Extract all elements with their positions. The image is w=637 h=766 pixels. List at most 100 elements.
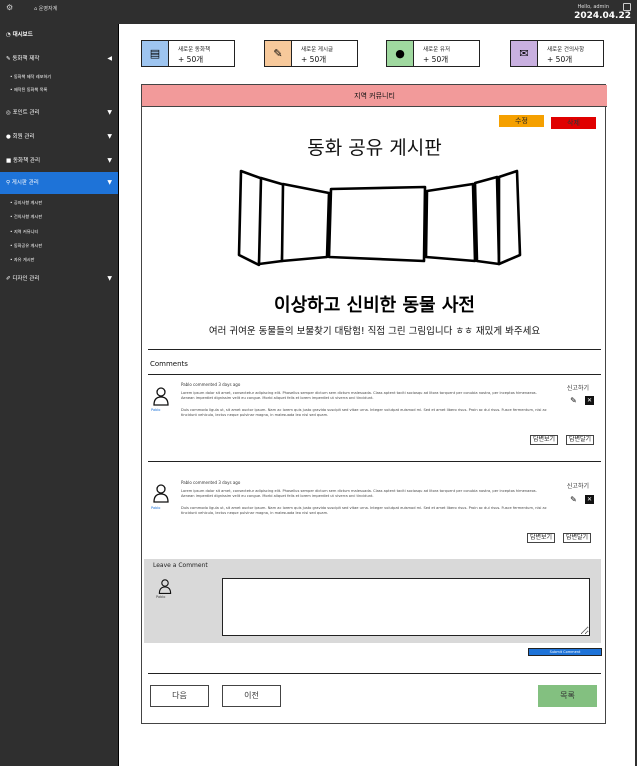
sidebar-item-label: 회원 관리 <box>12 134 35 140</box>
edit-button[interactable]: 수정 <box>499 115 544 127</box>
comment-meta: Pablo commented 3 days ago <box>181 382 241 387</box>
edit-icon[interactable]: ✎ <box>569 495 578 504</box>
gallery-page-right-2 <box>473 175 501 266</box>
sidebar-subitem[interactable]: • 자유 게시판 <box>10 257 34 263</box>
gallery-page-right-1 <box>497 169 522 266</box>
post-description: 여러 귀여운 동물들의 보물찾기 대탐험! 직접 그린 그림입니다 ㅎㅎ 재밌게… <box>208 326 541 337</box>
sidebar-subitem[interactable]: • 제작된 동화책 목록 <box>10 87 47 93</box>
comment-textarea[interactable] <box>222 578 590 636</box>
sidebar-subitem-label: 제작된 동화책 목록 <box>13 87 48 92</box>
sidebar-subitem-label: 동화공유 게시판 <box>13 243 43 248</box>
divider <box>148 673 601 674</box>
comment-author: Pablo <box>151 506 161 510</box>
stat-value: + 50개 <box>301 55 327 64</box>
comments-heading: Comments <box>150 360 188 368</box>
write-reply-button[interactable]: 답변달기 <box>566 435 595 445</box>
sidebar-subitem[interactable]: • 동화공유 게시판 <box>10 243 42 249</box>
avatar-icon <box>153 387 169 406</box>
comment-text: Duis commodo ligula ut, sit amet auctor … <box>181 408 547 417</box>
sidebar-item-book-create[interactable]: ✎ 동화책 제작 ◀ <box>0 48 118 70</box>
sidebar-subitem-label: 공지사항 게시판 <box>13 200 43 205</box>
sidebar-subitem-label: 건의사항 게시판 <box>13 214 43 219</box>
chevron-down-icon: ▼ <box>107 157 112 164</box>
prev-button[interactable]: 이전 <box>222 685 281 707</box>
divider <box>148 349 601 350</box>
delete-button[interactable]: 삭제 <box>551 117 596 129</box>
view-replies-button[interactable]: 답변보기 <box>527 533 556 543</box>
book-page-gallery[interactable] <box>237 169 522 274</box>
home-link[interactable]: ⌂ 운영자계 <box>34 5 57 12</box>
avatar-icon <box>158 579 172 594</box>
next-button[interactable]: 다음 <box>150 685 209 707</box>
stat-label: 새로운 유저 <box>423 47 451 53</box>
stat-value: + 50개 <box>178 55 204 64</box>
post-board: 지역 커뮤니티 수정 삭제 동화 공유 게시판 이상하고 신비한 동물 사전 여… <box>141 84 607 724</box>
edit-icon[interactable]: ✎ <box>569 396 578 405</box>
sidebar-subitem-label: 지역 커뮤니티 <box>13 229 39 234</box>
user-icon: ● <box>387 41 414 66</box>
inbox-icon: ✉ <box>511 41 538 66</box>
write-reply-button[interactable]: 답변달기 <box>563 533 592 543</box>
sidebar-item-boards[interactable]: ⚲ 게시판 관리 ▼ <box>0 172 118 194</box>
sidebar: ◔ 대시보드 ✎ 동화책 제작 ◀ • 동화책 제작 레포하기 • 제작된 동화… <box>0 24 118 766</box>
home-label: 운영자계 <box>38 6 58 12</box>
stat-label: 새로운 건의사항 <box>547 47 585 53</box>
gallery-page-right-3 <box>424 182 477 263</box>
divider <box>148 374 601 375</box>
divider <box>148 461 601 462</box>
board-category: 지역 커뮤니티 <box>142 85 607 107</box>
top-bar: ⚙ ⌂ 운영자계 Hello, admin 2024.04.22 <box>0 0 637 24</box>
sidebar-subitem[interactable]: • 지역 커뮤니티 <box>10 229 38 235</box>
chevron-down-icon: ▼ <box>107 133 112 140</box>
comment-item: Pablo Pablo commented 3 days ago Lorem i… <box>148 381 601 461</box>
stat-value: + 50개 <box>423 55 449 64</box>
sidebar-item-design[interactable]: ✐ 디자인 관리 ▼ <box>0 268 118 290</box>
sidebar-subitem[interactable]: • 동화책 제작 레포하기 <box>10 74 51 80</box>
comment-text: Lorem ipsum dolor sit amet, consectetur … <box>181 391 537 400</box>
close-icon[interactable]: ✕ <box>585 396 594 405</box>
greeting-text: Hello, admin <box>577 4 609 10</box>
view-replies-button[interactable]: 답변보기 <box>530 435 559 445</box>
close-icon[interactable]: ✕ <box>585 495 594 504</box>
submit-comment-button[interactable]: Submit Comment <box>528 648 602 656</box>
sidebar-subitem[interactable]: • 건의사항 게시판 <box>10 214 42 220</box>
pencil-icon: ✎ <box>265 41 292 66</box>
user-menu-icon[interactable] <box>623 3 631 11</box>
sidebar-item-books[interactable]: ■ 동화책 관리 ▼ <box>0 150 118 172</box>
app-frame: ⚙ ⌂ 운영자계 Hello, admin 2024.04.22 ◔ 대시보드 … <box>0 0 637 766</box>
comment-item: Pablo Pablo commented 3 days ago Lorem i… <box>148 480 601 560</box>
sidebar-subitem-label: 동화책 제작 레포하기 <box>13 74 52 79</box>
stat-card-posts[interactable]: ✎ 새로운 게시글 + 50개 <box>264 40 358 67</box>
sidebar-subitem[interactable]: • 공지사항 게시판 <box>10 200 42 206</box>
stat-label: 새로운 게시글 <box>301 47 334 53</box>
stat-card-suggestions[interactable]: ✉ 새로운 건의사항 + 50개 <box>510 40 604 67</box>
avatar-icon <box>153 484 169 503</box>
post-heading: 이상하고 신비한 동물 사전 <box>274 295 475 316</box>
sidebar-subitem-label: 자유 게시판 <box>13 257 35 262</box>
gallery-page-center <box>327 185 427 263</box>
sidebar-item-dashboard[interactable]: ◔ 대시보드 <box>0 24 118 46</box>
sidebar-item-members[interactable]: ● 회원 관리 ▼ <box>0 126 118 148</box>
leave-comment-heading: Leave a Comment <box>153 562 208 569</box>
gallery-page-left-3 <box>280 182 331 263</box>
chevron-left-icon: ◀ <box>107 55 112 62</box>
sidebar-item-label: 게시판 관리 <box>11 180 39 186</box>
comment-author: Pablo <box>151 408 161 412</box>
stat-card-books[interactable]: ▤ 새로운 동화책 + 50개 <box>141 40 235 67</box>
sidebar-item-points[interactable]: ◎ 포인트 관리 ▼ <box>0 102 118 124</box>
comment-meta: Pablo commented 3 days ago <box>181 480 241 485</box>
chevron-down-icon: ▼ <box>107 109 112 116</box>
report-link[interactable]: 신고하기 <box>567 383 589 392</box>
leave-comment-section: Leave a Comment Pablo <box>144 559 601 643</box>
report-link[interactable]: 신고하기 <box>567 481 589 490</box>
sidebar-item-label: 대시보드 <box>12 32 33 38</box>
main-content: ▤ 새로운 동화책 + 50개 ✎ 새로운 게시글 + 50개 ● 새로운 유저… <box>118 24 635 766</box>
sidebar-item-label: 동화책 제작 <box>12 56 40 62</box>
comment-text: Duis commodo ligula ut, sit amet auctor … <box>181 506 547 515</box>
chevron-down-icon: ▼ <box>107 275 112 282</box>
list-button[interactable]: 목록 <box>538 685 597 707</box>
logo-icon: ⚙ <box>6 3 14 12</box>
book-icon: ■ <box>6 158 13 164</box>
stat-card-users[interactable]: ● 새로운 유저 + 50개 <box>386 40 480 67</box>
sidebar-item-label: 동화책 관리 <box>12 158 41 164</box>
